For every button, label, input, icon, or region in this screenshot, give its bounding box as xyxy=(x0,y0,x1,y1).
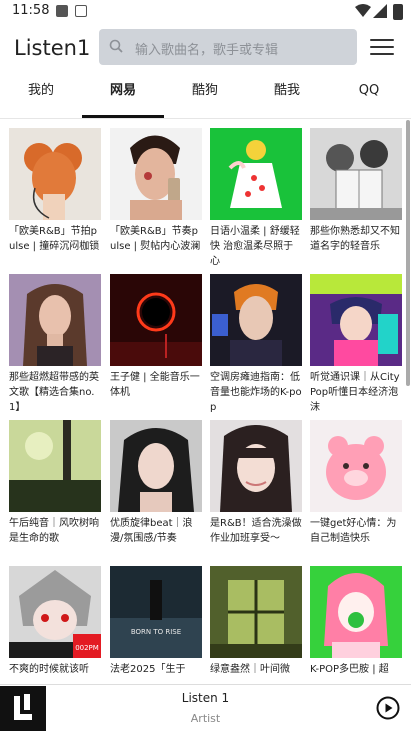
playlist-card[interactable]: 是R&B！适合洗澡做作业加班享受～ xyxy=(210,420,302,563)
playlist-cover xyxy=(210,274,302,366)
playlist-card[interactable]: K-POP多巴胺 | 超 xyxy=(310,566,402,684)
wifi-icon xyxy=(355,4,371,17)
playlist-cover xyxy=(9,128,101,220)
tab-label: 我的 xyxy=(27,83,54,98)
playlist-title: 午后纯音｜风吹树响是生命的歌 xyxy=(9,518,99,544)
playlist-card[interactable]: 「欧美R&B」节奏pulse | 熨帖内心波澜 xyxy=(110,128,202,271)
status-time: 11:58 xyxy=(12,3,50,18)
playlist-card[interactable]: 那些超燃超带感的英文歌【精选合集no.1】 xyxy=(9,274,101,417)
playlist-cover xyxy=(310,566,402,658)
app-header: Listen1 输入歌曲名，歌手或专辑 xyxy=(0,24,411,74)
cover-text: BORN TO RISE xyxy=(131,628,181,636)
playlist-card[interactable]: 日语小温柔 | 舒缓轻快 治愈温柔尽照于心 xyxy=(210,128,302,271)
tab-label: QQ xyxy=(358,83,380,98)
playlist-title: 那些超燃超带感的英文歌【精选合集no.1】 xyxy=(9,372,99,413)
playlist-cover xyxy=(310,128,402,220)
app-notification-icon xyxy=(75,5,87,17)
tab-qq[interactable]: QQ xyxy=(328,74,410,118)
tab-netease[interactable]: 网易 xyxy=(82,74,164,118)
tab-kugou[interactable]: 酷狗 xyxy=(164,74,246,118)
playlist-title: 听觉通识课｜从City Pop听懂日本经济泡沫 xyxy=(310,372,400,413)
playlist-card[interactable]: 空调房瘫迪指南：低音量也能炸场的K-pop xyxy=(210,274,302,417)
playlist-title: 绿意盎然｜叶间微 xyxy=(210,664,290,675)
playlist-title: 「欧美R&B」节奏pulse | 熨帖内心波澜 xyxy=(110,226,201,252)
artist-name: Artist xyxy=(190,712,221,725)
playlist-card[interactable]: 002PM 不爽的时候就该听 xyxy=(9,566,101,684)
playlist-card[interactable]: 一键get好心情：为自己制造快乐 xyxy=(310,420,402,563)
playlist-cover xyxy=(210,128,302,220)
tab-label: 酷我 xyxy=(273,83,300,98)
playlist-card[interactable]: 午后纯音｜风吹树响是生命的歌 xyxy=(9,420,101,563)
playlist-cover xyxy=(310,420,402,512)
status-bar: 11:58 xyxy=(0,0,411,24)
playlist-title: 是R&B！适合洗澡做作业加班享受～ xyxy=(210,518,302,544)
tab-label: 网易 xyxy=(109,83,136,98)
playlist-title: 一键get好心情：为自己制造快乐 xyxy=(310,518,397,544)
playlist-title: 空调房瘫迪指南：低音量也能炸场的K-pop xyxy=(210,372,302,413)
scrollbar[interactable] xyxy=(406,120,410,386)
playlist-card[interactable]: 优质旋律beat｜浪漫/氛围感/节奏 xyxy=(110,420,202,563)
playlist-cover xyxy=(110,128,202,220)
search-placeholder: 输入歌曲名，歌手或专辑 xyxy=(135,43,279,58)
playlist-title: 那些你熟悉却又不知道名字的轻音乐 xyxy=(310,226,400,252)
playlist-card[interactable]: 绿意盎然｜叶间微 xyxy=(210,566,302,684)
source-tabs: 我的 网易 酷狗 酷我 QQ xyxy=(0,74,411,119)
search-input[interactable]: 输入歌曲名，歌手或专辑 xyxy=(99,29,357,65)
playlist-card[interactable]: 王子健 | 全能音乐一体机 xyxy=(110,274,202,417)
playlist-cover xyxy=(9,274,101,366)
playlist-card[interactable]: 那些你熟悉却又不知道名字的轻音乐 xyxy=(310,128,402,271)
playlist-cover: BORN TO RISE xyxy=(110,566,202,658)
playlist-cover xyxy=(210,420,302,512)
playlist-cover xyxy=(310,274,402,366)
player-bar[interactable]: Listen 1 Artist xyxy=(0,684,411,731)
app-title: Listen1 xyxy=(14,36,91,60)
playlist-title: 日语小温柔 | 舒缓轻快 治愈温柔尽照于心 xyxy=(210,226,300,267)
playlist-title: 优质旋律beat｜浪漫/氛围感/节奏 xyxy=(110,518,193,544)
playlist-cover xyxy=(9,420,101,512)
notification-icon xyxy=(56,5,68,17)
playlist-card[interactable]: 听觉通识课｜从City Pop听懂日本经济泡沫 xyxy=(310,274,402,417)
menu-icon[interactable] xyxy=(370,39,394,57)
playlist-card[interactable]: 「欧美R&B」节拍pulse | 撞碎沉闷枷锁 xyxy=(9,128,101,271)
signal-icon xyxy=(373,4,387,18)
playlist-cover: 002PM xyxy=(9,566,101,658)
battery-icon xyxy=(393,4,403,20)
playlist-cover xyxy=(210,566,302,658)
tab-mine[interactable]: 我的 xyxy=(0,74,82,118)
playlist-cover xyxy=(110,274,202,366)
playlist-title: 「欧美R&B」节拍pulse | 撞碎沉闷枷锁 xyxy=(9,226,100,252)
play-icon[interactable] xyxy=(376,696,400,720)
tab-kuwo[interactable]: 酷我 xyxy=(246,74,328,118)
search-icon xyxy=(109,39,123,53)
playlist-title: 王子健 | 全能音乐一体机 xyxy=(110,372,200,398)
playlist-grid: 「欧美R&B」节拍pulse | 撞碎沉闷枷锁 「欧美R&B」节奏pulse |… xyxy=(0,118,411,684)
cover-text: 002PM xyxy=(75,644,99,652)
playlist-cover xyxy=(110,420,202,512)
tab-label: 酷狗 xyxy=(191,83,218,98)
playlist-title: K-POP多巴胺 | 超 xyxy=(310,664,389,675)
song-title: Listen 1 xyxy=(181,691,230,705)
playlist-title: 法老2025「生于 xyxy=(110,664,186,675)
playlist-title: 不爽的时候就该听 xyxy=(9,664,89,675)
playlist-card[interactable]: BORN TO RISE 法老2025「生于 xyxy=(110,566,202,684)
